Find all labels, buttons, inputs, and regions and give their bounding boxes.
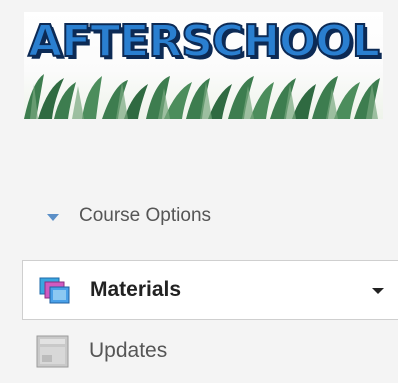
materials-label: Materials [90, 278, 182, 301]
caret-down-icon[interactable] [372, 288, 384, 294]
updates-label: Updates [89, 339, 168, 362]
materials-icon [39, 277, 70, 304]
course-options-label: Course Options [79, 205, 212, 226]
nav-item-updates[interactable]: Updates [22, 328, 398, 374]
updates-icon [36, 335, 69, 367]
banner-title: AFTERSCHOOL [27, 16, 381, 67]
course-banner: AFTERSCHOOL [24, 12, 383, 119]
caret-down-icon [47, 213, 59, 221]
nav-item-materials[interactable]: Materials [22, 260, 398, 320]
course-options-toggle[interactable]: Course Options [47, 202, 211, 230]
